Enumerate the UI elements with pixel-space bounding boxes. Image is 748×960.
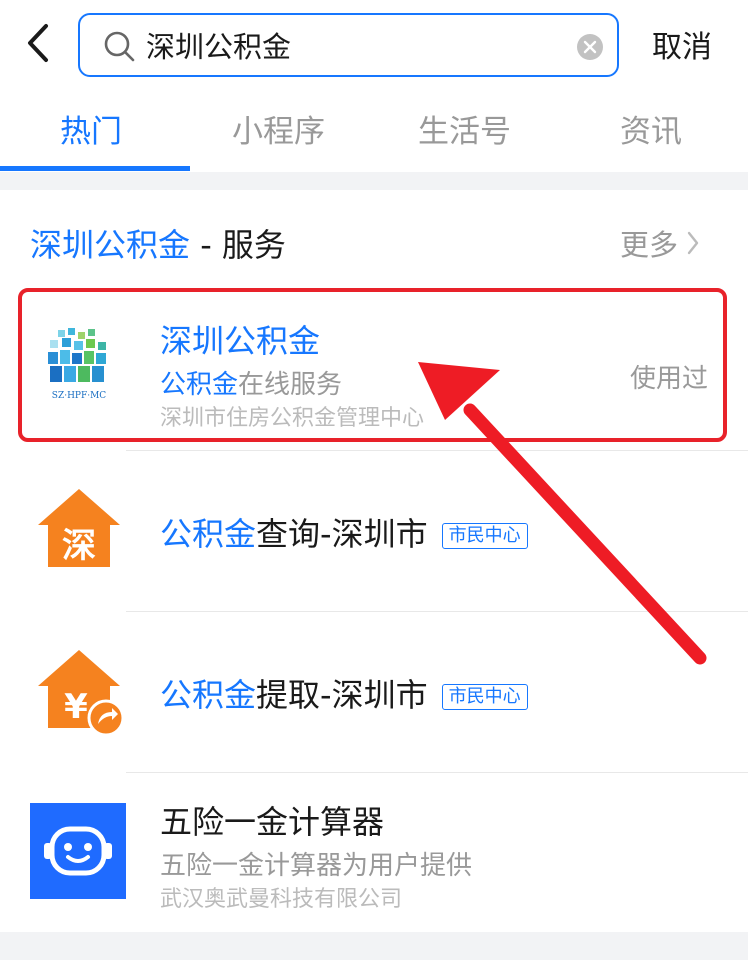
result-item-query[interactable]: 深 公积金查询-深圳市 市民中心 (0, 451, 748, 611)
szhpfmc-logo-icon: SZ·HPF·MC (44, 326, 114, 406)
tab-mini-program[interactable]: 小程序 (232, 106, 325, 151)
house-yuan-share-icon: ¥ (34, 648, 126, 738)
result-title: 公积金提取-深圳市 市民中心 (160, 670, 528, 716)
active-tab-indicator (0, 166, 190, 171)
used-badge: 使用过 (630, 364, 709, 394)
result-title: 五险一金计算器 (160, 803, 385, 841)
result-org: 深圳市住房公积金管理中心 (160, 406, 425, 431)
result-title: 深圳公积金 (160, 322, 321, 360)
search-box[interactable] (78, 13, 619, 77)
source-tag: 市民中心 (441, 523, 528, 549)
bottom-gap (0, 932, 748, 960)
search-input[interactable] (146, 23, 556, 67)
result-item-calculator[interactable]: 五险一金计算器 五险一金计算器为用户提供 武汉奥武曼科技有限公司 (0, 773, 748, 931)
clear-search-icon[interactable] (576, 33, 604, 61)
more-link[interactable]: 更多 (620, 222, 700, 264)
result-item-szhpf[interactable]: SZ·HPF·MC 深圳公积金 公积金在线服务 深圳市住房公积金管理中心 使用过 (0, 290, 748, 450)
svg-text:¥: ¥ (64, 687, 88, 727)
search-header: 取消 (0, 0, 748, 90)
result-org: 武汉奥武曼科技有限公司 (160, 887, 403, 912)
source-tag: 市民中心 (441, 684, 528, 710)
tab-news[interactable]: 资讯 (620, 106, 682, 151)
result-subtitle: 公积金在线服务 (160, 370, 343, 400)
back-button[interactable] (22, 20, 58, 66)
tab-life-account[interactable]: 生活号 (418, 106, 511, 151)
search-icon (104, 31, 135, 62)
cancel-button[interactable]: 取消 (652, 22, 712, 66)
svg-text:深: 深 (62, 526, 96, 566)
result-subtitle: 五险一金计算器为用户提供 (160, 851, 473, 881)
section-title: 深圳公积金 - 服务 (30, 226, 286, 264)
robot-face-icon (30, 803, 126, 899)
service-section-header: 深圳公积金 - 服务 更多 (0, 190, 748, 286)
tab-hot[interactable]: 热门 (60, 106, 122, 151)
result-item-withdraw[interactable]: ¥ 公积金提取-深圳市 市民中心 (0, 612, 748, 772)
search-tabs: 热门 小程序 生活号 资讯 (0, 92, 748, 172)
house-shen-icon: 深 (34, 487, 124, 569)
result-title: 公积金查询-深圳市 市民中心 (160, 509, 528, 555)
svg-text:SZ·HPF·MC: SZ·HPF·MC (52, 391, 107, 401)
chevron-left-icon (28, 24, 48, 62)
section-gap (0, 172, 748, 190)
chevron-right-icon (687, 231, 699, 255)
